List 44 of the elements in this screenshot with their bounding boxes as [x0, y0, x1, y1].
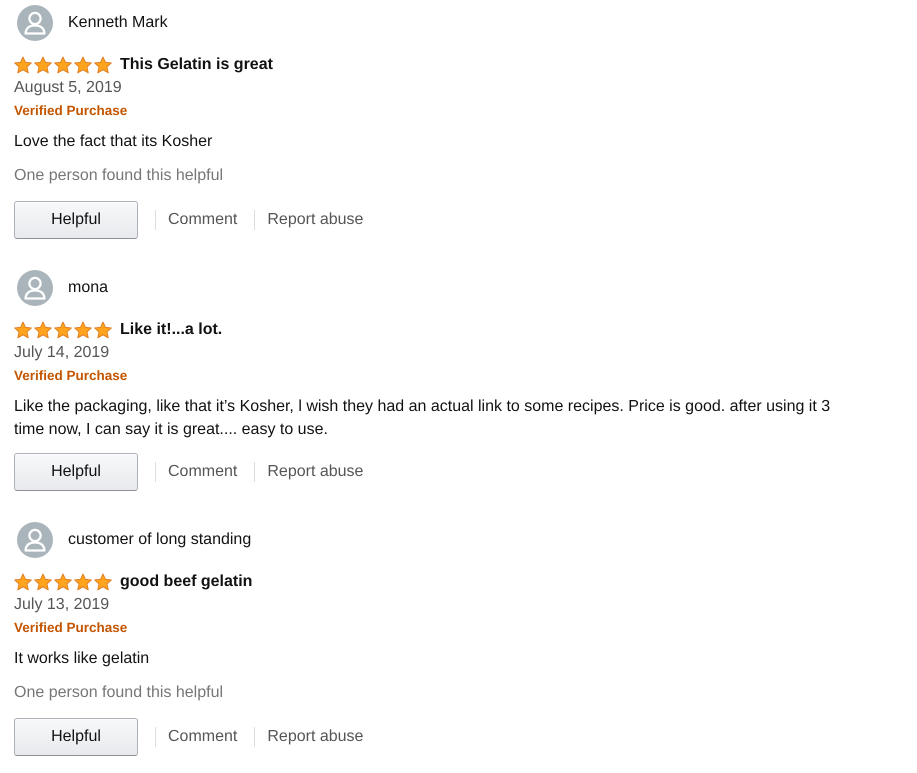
helpful-count: One person found this helpful — [14, 683, 224, 703]
reviewer-name[interactable]: mona — [68, 276, 108, 300]
star-icon — [14, 320, 32, 338]
avatar-icon — [17, 5, 53, 41]
verified-purchase-label: Verified Purchase — [14, 619, 128, 637]
review-date: July 14, 2019 — [14, 343, 110, 363]
reviewer-name[interactable]: customer of long standing — [68, 528, 252, 552]
star-icon — [14, 572, 32, 590]
review-text: Like the packaging, like that it’s Kosher, l wish they had an actual link to some recipes. Price is good. after using it 3 time now, I can say it is great.... easy to use. — [14, 397, 832, 440]
action-link[interactable]: Comment — [168, 208, 238, 232]
star-icon — [94, 320, 112, 338]
verified-purchase-label: Verified Purchase — [14, 367, 128, 385]
star-icon — [34, 56, 52, 74]
reviewer-name[interactable]: Kenneth Mark — [68, 11, 168, 35]
review-date: July 13, 2019 — [14, 595, 110, 615]
star-icon — [94, 56, 112, 74]
star-icon — [74, 572, 92, 590]
star-icon — [34, 320, 52, 338]
action-link[interactable]: Report abuse — [267, 725, 364, 749]
action-link[interactable]: Report abuse — [267, 460, 364, 484]
star-icon — [14, 56, 32, 74]
helpful-button[interactable]: Helpful — [14, 718, 138, 756]
review-date: August 5, 2019 — [14, 78, 122, 98]
helpful-button[interactable]: Helpful — [14, 201, 138, 239]
star-icon — [34, 572, 52, 590]
action-link[interactable]: Comment — [168, 460, 238, 484]
star-icon — [54, 572, 72, 590]
verified-purchase-label: Verified Purchase — [14, 102, 128, 120]
star-icon — [94, 572, 112, 590]
action-link[interactable]: Comment — [168, 725, 238, 749]
review-text: It works like gelatin — [14, 649, 150, 669]
review-title[interactable]: This Gelatin is great — [120, 53, 273, 76]
helpful-button[interactable]: Helpful — [14, 453, 138, 491]
review-title[interactable]: Like it!...a lot. — [120, 318, 222, 341]
helpful-count: One person found this helpful — [14, 166, 224, 186]
review-text: Love the fact that its Kosher — [14, 132, 212, 152]
star-icon — [74, 320, 92, 338]
avatar-icon — [17, 270, 53, 306]
review-title[interactable]: good beef gelatin — [120, 570, 252, 593]
avatar-icon — [17, 522, 53, 558]
star-icon — [74, 56, 92, 74]
star-icon — [54, 56, 72, 74]
star-icon — [54, 320, 72, 338]
action-link[interactable]: Report abuse — [267, 208, 364, 232]
